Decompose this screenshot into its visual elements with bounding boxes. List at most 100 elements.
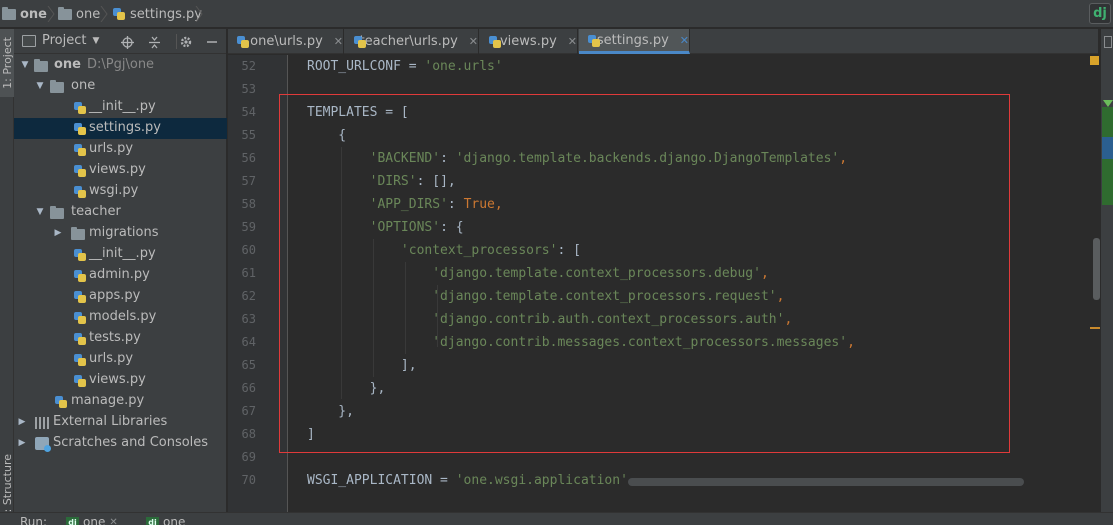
breadcrumb-item-project[interactable]: one xyxy=(2,0,47,28)
tree-item-external-libraries[interactable]: ▶ External Libraries xyxy=(14,412,227,433)
line-number: 53 xyxy=(241,82,256,96)
tree-item-label: apps.py xyxy=(89,288,141,303)
tree-item-file[interactable]: views.py xyxy=(14,370,227,391)
tree-item-file[interactable]: tests.py xyxy=(14,328,227,349)
navigation-bar: one one settings.py dj xyxy=(0,0,1113,28)
run-label: Run: xyxy=(20,515,47,525)
tree-item-label: one xyxy=(71,78,96,93)
vertical-scrollbar-thumb[interactable] xyxy=(1093,238,1100,300)
tree-item-file[interactable]: models.py xyxy=(14,307,227,328)
tree-item-folder-one[interactable]: ▼ one xyxy=(14,76,227,97)
tree-item-file[interactable]: apps.py xyxy=(14,286,227,307)
project-tool-tab[interactable]: 1: Project xyxy=(0,29,14,97)
line-number: 65 xyxy=(241,358,256,372)
tree-item-project-root[interactable]: ▼ one D:\Pgj\one xyxy=(14,55,227,76)
highlight-box xyxy=(279,94,1010,453)
python-file-icon xyxy=(73,143,86,156)
python-file-icon xyxy=(73,269,86,282)
horizontal-scrollbar[interactable] xyxy=(628,478,1024,486)
hide-panel-icon[interactable] xyxy=(203,33,221,51)
tree-item-file[interactable]: wsgi.py xyxy=(14,181,227,202)
folder-icon xyxy=(50,80,64,93)
python-file-icon xyxy=(73,164,86,177)
tree-item-file[interactable]: urls.py xyxy=(14,349,227,370)
run-config-tab[interactable]: dj one ✕ xyxy=(66,515,118,525)
tree-item-label: Scratches and Consoles xyxy=(53,435,209,450)
close-icon[interactable]: ✕ xyxy=(334,35,343,48)
folder-icon xyxy=(2,6,16,20)
tree-item-folder-teacher[interactable]: ▼ teacher xyxy=(14,202,227,223)
line-number: 61 xyxy=(241,266,256,280)
run-config-tab[interactable]: dj one xyxy=(146,515,185,525)
tree-item-label: views.py xyxy=(89,372,146,387)
tab-settings[interactable]: settings.py ✕ xyxy=(579,29,690,54)
close-icon[interactable]: ✕ xyxy=(109,517,117,525)
breadcrumb-label: one xyxy=(20,6,48,22)
expand-arrow-icon[interactable]: ▼ xyxy=(20,60,30,70)
folder-icon xyxy=(50,206,64,219)
tree-item-folder-migrations[interactable]: ▶ migrations xyxy=(14,223,227,244)
tab-label: one\urls.py xyxy=(250,34,323,49)
tree-item-file[interactable]: urls.py xyxy=(14,139,227,160)
python-file-icon xyxy=(73,311,86,324)
tree-item-file[interactable]: views.py xyxy=(14,160,227,181)
line-number: 59 xyxy=(241,220,256,234)
line-number: 64 xyxy=(241,335,256,349)
python-file-icon xyxy=(73,332,86,345)
expand-arrow-icon[interactable]: ▼ xyxy=(35,207,45,217)
tree-item-file-selected[interactable]: settings.py xyxy=(14,118,227,139)
run-indicator-icon xyxy=(1103,100,1113,107)
collapsed-arrow-icon[interactable]: ▶ xyxy=(53,228,63,238)
error-stripe-mark[interactable] xyxy=(1090,327,1100,329)
tree-item-scratches[interactable]: ▶ Scratches and Consoles xyxy=(14,433,227,454)
project-panel-title: Project xyxy=(42,33,87,48)
line-number: 66 xyxy=(241,381,256,395)
project-view-selector[interactable]: Project ▼ xyxy=(22,33,99,48)
gear-icon[interactable] xyxy=(177,33,195,51)
tree-item-label: tests.py xyxy=(89,330,141,345)
tree-item-label: External Libraries xyxy=(53,414,168,429)
tree-item-label: one xyxy=(54,57,82,72)
breadcrumb-separator-icon xyxy=(47,6,55,22)
tree-item-label: urls.py xyxy=(89,141,134,156)
python-file-icon xyxy=(54,395,67,408)
tree-item-label: settings.py xyxy=(89,120,161,135)
line-number: 69 xyxy=(241,450,256,464)
warning-indicator-icon[interactable] xyxy=(1090,56,1099,65)
tree-item-label: __init__.py xyxy=(89,99,156,114)
close-icon[interactable]: ✕ xyxy=(680,34,689,47)
line-number: 70 xyxy=(241,473,256,487)
breadcrumb-label: one xyxy=(76,6,101,22)
breadcrumb-item-file[interactable]: settings.py xyxy=(112,0,202,28)
folder-icon xyxy=(71,227,85,240)
tab-views[interactable]: views.py ✕ xyxy=(480,29,578,54)
tab-one-urls[interactable]: one\urls.py ✕ xyxy=(228,29,344,54)
tree-item-file[interactable]: admin.py xyxy=(14,265,227,286)
tool-window-icon[interactable] xyxy=(1104,36,1112,48)
collapsed-arrow-icon[interactable]: ▶ xyxy=(17,438,27,448)
line-number: 56 xyxy=(241,151,256,165)
tab-label: settings.py xyxy=(596,32,669,48)
tree-item-file[interactable]: __init__.py xyxy=(14,244,227,265)
tree-item-file[interactable]: manage.py xyxy=(14,391,227,412)
tab-label: views.py xyxy=(499,34,557,49)
collapse-all-icon[interactable] xyxy=(145,33,163,51)
code-line: ROOT_URLCONF = 'one.urls' xyxy=(307,55,503,78)
breadcrumb-separator-icon xyxy=(100,6,108,22)
close-icon[interactable]: ✕ xyxy=(568,35,577,48)
left-tool-strip: 1: Project Z: Structure xyxy=(0,29,14,525)
tree-item-label: manage.py xyxy=(71,393,145,408)
close-icon[interactable]: ✕ xyxy=(469,35,478,48)
project-tool-tab-label: 1: Project xyxy=(0,37,14,89)
expand-arrow-icon[interactable]: ▼ xyxy=(35,81,45,91)
breadcrumb-item-folder[interactable]: one xyxy=(58,0,100,28)
tree-item-file[interactable]: __init__.py xyxy=(14,97,227,118)
line-number: 57 xyxy=(241,174,256,188)
locate-file-icon[interactable] xyxy=(118,33,136,51)
structure-tool-tab-label: Z: Structure xyxy=(0,454,14,520)
python-file-icon xyxy=(112,7,126,21)
django-run-config-button[interactable]: dj xyxy=(1089,3,1111,24)
breadcrumb-label: settings.py xyxy=(130,6,202,22)
tab-teacher-urls[interactable]: teacher\urls.py ✕ xyxy=(345,29,479,54)
collapsed-arrow-icon[interactable]: ▶ xyxy=(17,417,27,427)
